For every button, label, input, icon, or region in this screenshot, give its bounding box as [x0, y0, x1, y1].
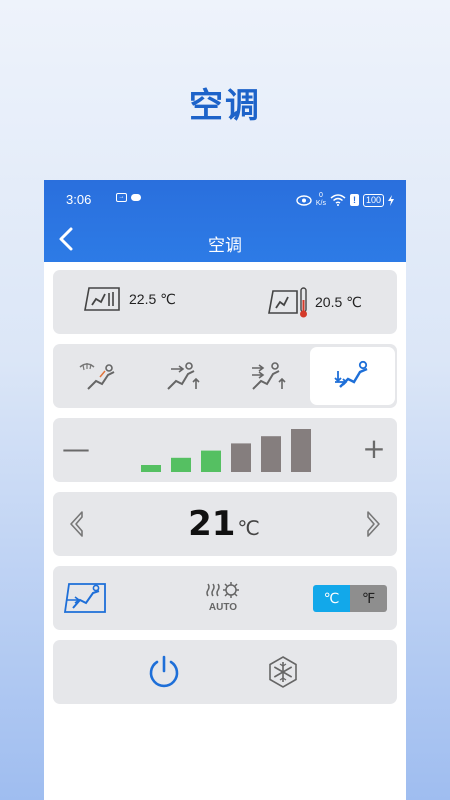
- ac-snowflake-button[interactable]: [265, 654, 301, 690]
- eye-icon: [296, 194, 312, 206]
- left-temperature: 22.5 ℃: [83, 286, 176, 312]
- unit-celsius-option[interactable]: ℃: [313, 585, 350, 612]
- airflow-mode-card: [53, 344, 397, 408]
- power-button[interactable]: [146, 654, 182, 690]
- cloud-icon: [131, 194, 141, 201]
- alert-icon: !: [349, 194, 359, 206]
- power-card: [53, 640, 397, 704]
- net-speed-value: 0: [318, 192, 323, 199]
- notification-icon: →: [116, 193, 127, 202]
- fan-increase-button[interactable]: +: [359, 432, 389, 465]
- status-time: 3:06: [66, 192, 92, 207]
- wifi-icon: [330, 194, 346, 206]
- right-temperature-value: 20.5 ℃: [315, 293, 362, 310]
- fan-level-bar-1[interactable]: [141, 465, 161, 472]
- fan-speed-bars: [141, 429, 311, 472]
- status-bar: 3:06 → 0 K/s ! 100: [66, 190, 394, 210]
- seat-defrost-icon: [79, 363, 114, 390]
- fan-decrease-button[interactable]: —: [61, 432, 91, 465]
- options-card: AUTO ℃ ℉: [53, 566, 397, 630]
- fan-speed-card: — +: [53, 418, 397, 482]
- seat-airflow-feet-icon: [333, 360, 367, 388]
- fan-level-bar-2[interactable]: [171, 457, 191, 472]
- net-speed: 0 K/s: [316, 192, 326, 208]
- phone-screen: 3:06 → 0 K/s ! 100 空调 22.5 ℃ 20.5 ℃ — + …: [44, 180, 406, 800]
- fan-level-bar-4[interactable]: [231, 443, 251, 472]
- promo-title: 空调: [189, 86, 261, 126]
- temperature-unit: ℃: [237, 518, 260, 540]
- mode-upper-airflow-button[interactable]: [140, 347, 225, 405]
- seat-thermometer-icon: [268, 287, 307, 318]
- seat-temperature-icon: [84, 287, 120, 311]
- left-temperature-value: 22.5 ℃: [129, 290, 176, 307]
- unit-fahrenheit-option[interactable]: ℉: [350, 585, 387, 612]
- mode-defrost-button[interactable]: [55, 347, 140, 405]
- mode-bilevel-airflow-button[interactable]: [225, 347, 310, 405]
- seat-airflow-both-icon: [251, 362, 286, 390]
- page-title: 空调: [208, 236, 242, 256]
- battery-indicator: 100: [362, 193, 384, 207]
- windshield-defrost-button[interactable]: [63, 582, 107, 614]
- fan-level-bar-6[interactable]: [291, 429, 311, 472]
- temperature-increase-button[interactable]: [363, 509, 383, 539]
- charging-icon: [388, 194, 394, 206]
- temperature-value: 21: [188, 504, 236, 544]
- seat-airflow-up-icon: [166, 362, 200, 390]
- status-notification-icons: →: [116, 193, 141, 202]
- temperature-setpoint: 21 ℃: [53, 504, 395, 544]
- right-temperature: 20.5 ℃: [267, 286, 362, 318]
- temperature-unit-toggle[interactable]: ℃ ℉: [313, 585, 387, 612]
- fan-level-bar-5[interactable]: [261, 436, 281, 472]
- climate-controls: 22.5 ℃ 20.5 ℃ — + 21 ℃ AUTO ℃ ℉: [44, 262, 406, 704]
- temperature-setpoint-card: 21 ℃: [53, 492, 397, 556]
- mode-floor-airflow-button[interactable]: [310, 347, 395, 405]
- fan-level-bar-3[interactable]: [201, 450, 221, 472]
- net-speed-unit: K/s: [315, 200, 326, 207]
- status-right-icons: 0 K/s ! 100: [296, 192, 394, 208]
- app-header: 3:06 → 0 K/s ! 100 空调: [44, 180, 406, 262]
- temperature-readout-card: 22.5 ℃ 20.5 ℃: [53, 270, 397, 334]
- auto-label: AUTO: [208, 602, 238, 613]
